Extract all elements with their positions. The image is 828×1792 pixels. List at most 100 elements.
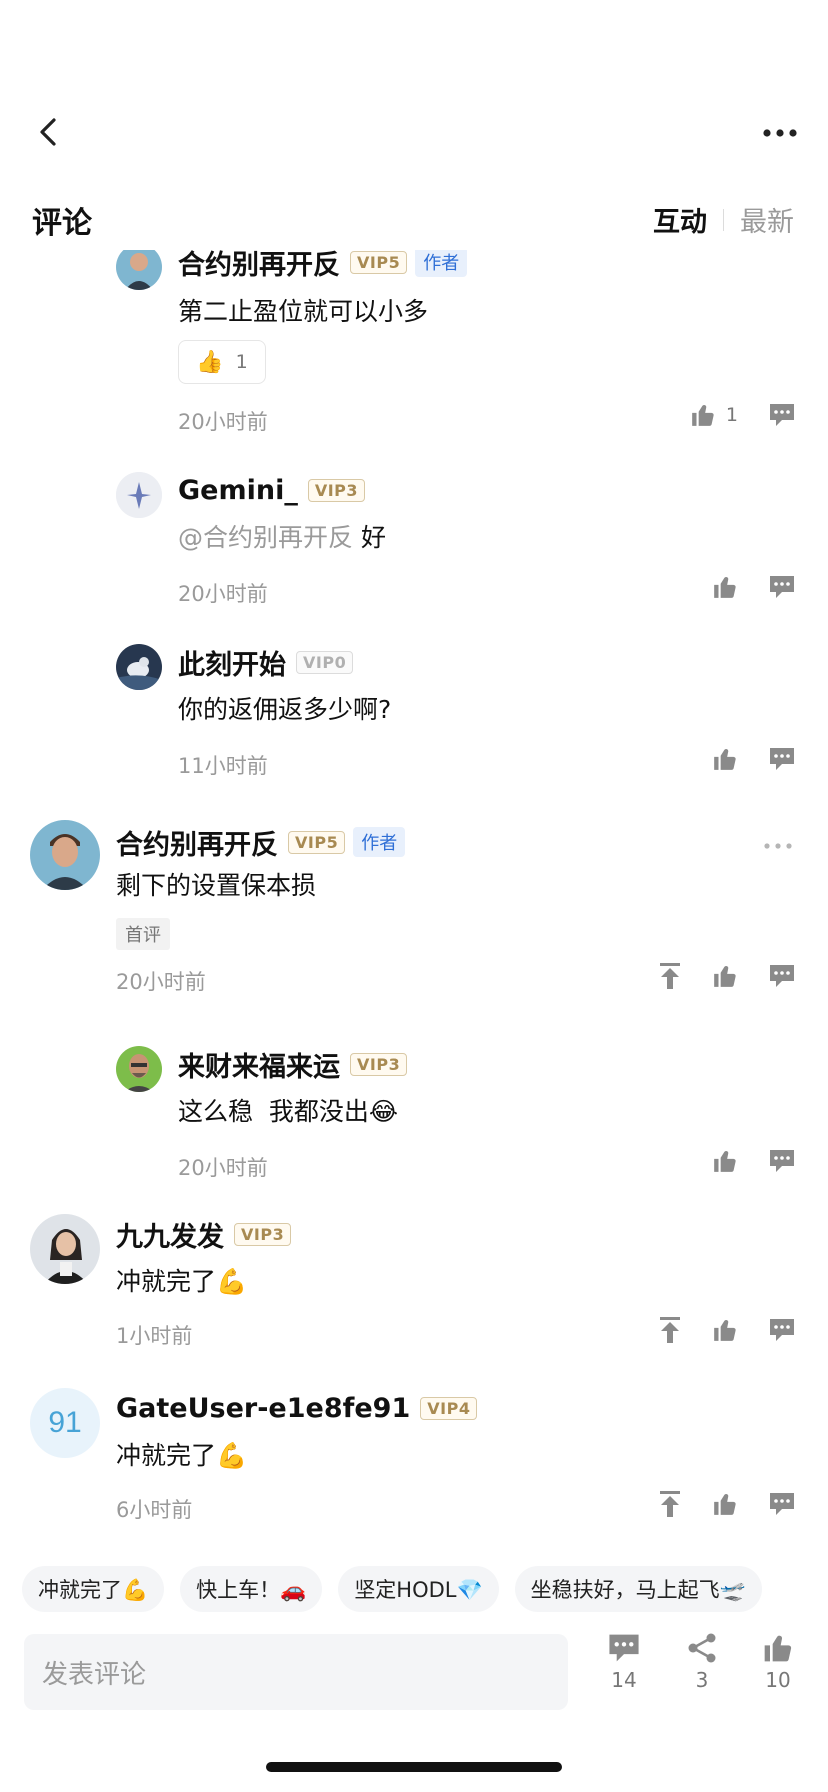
comment-body: 好 (353, 523, 386, 552)
comment-time: 11小时前 (178, 754, 268, 778)
avatar[interactable] (116, 1046, 162, 1092)
reply-button[interactable] (768, 1491, 796, 1517)
like-button[interactable] (712, 1491, 738, 1517)
reply-button[interactable] (768, 963, 796, 989)
comment-text: 冲就完了💪 (116, 1441, 248, 1470)
back-button[interactable] (28, 112, 68, 152)
thumbs-up-icon (714, 966, 736, 987)
name-line: 来财来福来运 VIP3 (178, 1045, 408, 1084)
like-button[interactable] (712, 574, 738, 600)
pin-button[interactable] (658, 1490, 682, 1518)
pin-button[interactable] (658, 962, 682, 990)
thumbs-up-icon (764, 1635, 792, 1662)
comment-time: 20小时前 (178, 1156, 268, 1180)
comment-header: 评论 互动 最新 (0, 190, 828, 250)
comment-input[interactable]: 发表评论 (24, 1634, 568, 1710)
comment-actions (682, 746, 796, 772)
username[interactable]: 合约别再开反 (116, 823, 278, 862)
comment-bubble-icon (770, 576, 794, 598)
thumbs-up-icon (714, 1320, 736, 1341)
bottom-bar: 发表评论 14 3 10 (0, 1628, 828, 1714)
share-icon (688, 1633, 716, 1663)
thumbs-up-icon (714, 577, 736, 598)
list-item: 此刻开始 VIP0 你的返佣返多少啊? 11小时前 (0, 643, 828, 778)
home-indicator (266, 1762, 562, 1772)
comment-text: 这么稳 我都没出😂 (178, 1097, 399, 1126)
vip-badge: VIP5 (288, 830, 346, 854)
avatar[interactable] (30, 1214, 100, 1284)
username[interactable]: 合约别再开反 (178, 250, 340, 282)
reply-button[interactable] (768, 746, 796, 772)
comment-text: 剩下的设置保本损 (116, 871, 317, 900)
tab-latest[interactable]: 最新 (740, 200, 794, 239)
like-button[interactable]: 1 (690, 402, 738, 428)
share-button[interactable]: 3 (672, 1632, 732, 1692)
pin-top-icon (660, 1491, 680, 1517)
like-count: 10 (765, 1668, 791, 1692)
comments-count-button[interactable]: 14 (594, 1632, 654, 1692)
comment-bubble-icon (770, 404, 794, 426)
quick-reply-chip[interactable]: 坐稳扶好，马上起飞🛫 (514, 1566, 762, 1612)
name-line: Gemini_ VIP3 (178, 472, 366, 508)
like-button[interactable] (712, 963, 738, 989)
comment-bubble-icon (609, 1634, 639, 1662)
avatar[interactable] (116, 250, 162, 290)
comment-list[interactable]: 合约别再开反 VIP5 作者 第二止盈位就可以小多 👍 1 20小时前 1 Ge… (0, 250, 828, 1555)
avatar[interactable] (30, 820, 100, 890)
like-count: 1 (725, 404, 738, 426)
like-button[interactable] (712, 1148, 738, 1174)
username[interactable]: Gemini_ (178, 475, 298, 506)
comment-time: 6小时前 (116, 1498, 193, 1522)
comment-bubble-icon (770, 965, 794, 987)
top-bar (0, 0, 828, 190)
comment-bubble-icon (770, 1150, 794, 1172)
name-line: 九九发发 VIP3 (116, 1215, 292, 1254)
avatar[interactable] (116, 472, 162, 518)
name-line: 合约别再开反 VIP5 作者 (178, 250, 468, 282)
sort-tabs: 互动 最新 (653, 200, 794, 239)
comment-text: 冲就完了💪 (116, 1267, 248, 1296)
quick-reply-chip[interactable]: 快上车！🚗 (180, 1566, 323, 1612)
username[interactable]: 九九发发 (116, 1215, 224, 1254)
comment-count: 14 (611, 1668, 637, 1692)
like-button[interactable] (712, 746, 738, 772)
pin-button[interactable] (658, 1316, 682, 1344)
reply-button[interactable] (768, 1148, 796, 1174)
like-button[interactable] (712, 1317, 738, 1343)
comment-actions (628, 1490, 796, 1518)
author-badge: 作者 (353, 827, 406, 857)
name-line: 此刻开始 VIP0 (178, 643, 354, 682)
avatar[interactable] (116, 644, 162, 690)
avatar[interactable]: 91 (30, 1388, 100, 1458)
reply-button[interactable] (768, 574, 796, 600)
more-options-button[interactable] (760, 118, 800, 148)
list-item: 来财来福来运 VIP3 这么稳 我都没出😂 20小时前 (0, 1045, 828, 1180)
mention-link[interactable]: @合约别再开反 (178, 523, 353, 552)
username[interactable]: 来财来福来运 (178, 1045, 340, 1084)
tab-divider (723, 208, 724, 231)
comment-time: 20小时前 (116, 970, 206, 994)
reply-button[interactable] (768, 402, 796, 428)
share-count: 3 (695, 1668, 709, 1692)
reaction-chip[interactable]: 👍 1 (178, 340, 266, 384)
thumbs-up-icon (714, 749, 736, 770)
list-item: 91 GateUser-e1e8fe91 VIP4 冲就完了💪 6小时前 (0, 1386, 828, 1526)
username[interactable]: 此刻开始 (178, 643, 286, 682)
comment-text: @合约别再开反 好 (178, 518, 386, 554)
like-post-button[interactable]: 10 (748, 1632, 808, 1692)
username[interactable]: GateUser-e1e8fe91 (116, 1393, 410, 1424)
quick-reply-chip[interactable]: 冲就完了💪 (22, 1566, 165, 1612)
reply-button[interactable] (768, 1317, 796, 1343)
comment-time: 20小时前 (178, 582, 268, 606)
vip-badge: VIP4 (420, 1396, 478, 1420)
quick-reply-chip[interactable]: 坚定HODL💎 (338, 1566, 499, 1612)
vip-badge: VIP3 (307, 478, 366, 502)
comment-actions (682, 1148, 796, 1174)
quick-replies: 冲就完了💪 快上车！🚗 坚定HODL💎 坐稳扶好，马上起飞🛫 (22, 1566, 828, 1614)
comment-more-button[interactable] (764, 834, 792, 853)
first-comment-tag: 首评 (116, 918, 170, 950)
tab-interaction[interactable]: 互动 (653, 200, 707, 239)
comment-bubble-icon (770, 1319, 794, 1341)
comment-actions (628, 962, 796, 990)
ellipsis-icon (764, 843, 792, 849)
